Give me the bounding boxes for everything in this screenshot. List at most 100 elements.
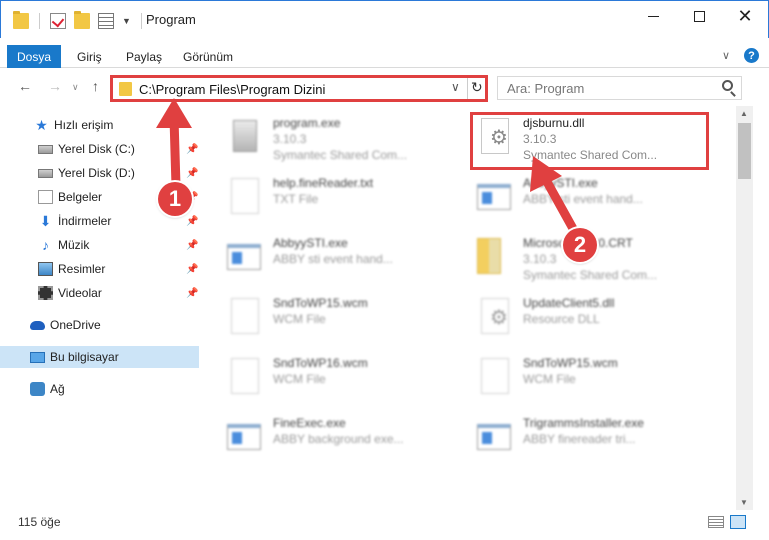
sidebar-item-pictures[interactable]: Resimler 📌: [0, 258, 199, 280]
address-divider: [467, 78, 468, 99]
file-description: Symantec Shared Com...: [523, 268, 658, 282]
sidebar-item-local-disk-c[interactable]: Yerel Disk (C:) 📌: [0, 138, 199, 160]
details-view-icon[interactable]: [708, 516, 724, 528]
list-item[interactable]: help.fineReader.txt TXT File: [227, 172, 467, 222]
expand-ribbon-chevron-icon[interactable]: ∨: [722, 49, 730, 62]
folder-icon: [477, 238, 513, 276]
list-item[interactable]: Microsoft.VC90.CRT 3.10.3 Symantec Share…: [477, 232, 717, 282]
tab-share[interactable]: Paylaş: [126, 46, 162, 68]
file-name: SndToWP15.wcm: [273, 296, 368, 310]
properties-icon[interactable]: [98, 13, 114, 29]
sidebar-item-label: Yerel Disk (D:): [58, 166, 135, 180]
videos-icon: [38, 286, 53, 300]
address-history-chevron-icon[interactable]: ∨: [451, 80, 460, 94]
tab-file[interactable]: Dosya: [7, 45, 61, 68]
help-icon[interactable]: ?: [744, 48, 759, 63]
search-icon[interactable]: [722, 80, 733, 91]
up-arrow-icon[interactable]: ↑: [92, 78, 99, 94]
scroll-up-arrow-icon[interactable]: ▲: [740, 109, 748, 118]
sidebar-item-network[interactable]: Ağ: [0, 378, 199, 400]
pin-icon[interactable]: 📌: [186, 240, 198, 251]
properties-check-icon[interactable]: [50, 13, 66, 29]
back-arrow-icon[interactable]: ←: [18, 78, 32, 94]
list-item[interactable]: UpdateClient5.dll Resource DLL: [477, 292, 717, 342]
computer-icon: [30, 351, 45, 363]
dll-gear-icon: [477, 298, 513, 336]
chevron-down-icon[interactable]: ▼: [122, 16, 131, 26]
pin-icon[interactable]: 📌: [186, 168, 198, 179]
scroll-down-arrow-icon[interactable]: ▼: [740, 498, 748, 507]
status-bar: 115 öğe: [0, 510, 769, 540]
tab-home[interactable]: Giriş: [77, 46, 102, 68]
list-item[interactable]: SndToWP15.wcm WCM File: [227, 292, 467, 342]
star-icon: ★: [35, 117, 48, 133]
new-folder-icon[interactable]: [74, 11, 90, 29]
sidebar-item-local-disk-d[interactable]: Yerel Disk (D:) 📌: [0, 162, 199, 184]
file-type: WCM File: [273, 372, 326, 386]
forward-arrow-icon[interactable]: →: [48, 78, 62, 94]
pin-icon[interactable]: 📌: [186, 144, 198, 155]
maximize-button[interactable]: [676, 1, 722, 31]
address-bar[interactable]: C:\Program Files\Program Dizini ∨ ↻: [110, 75, 488, 102]
close-button[interactable]: ✕: [722, 1, 768, 31]
list-item[interactable]: SndToWP15.wcm WCM File: [477, 352, 717, 402]
close-icon: ✕: [737, 6, 753, 26]
file-description: ABBY sti event hand...: [273, 252, 393, 266]
minimize-button[interactable]: [630, 1, 676, 31]
installer-icon: [227, 118, 263, 156]
document-icon: [38, 190, 53, 204]
file-type: WCM File: [273, 312, 326, 326]
file-name: help.fineReader.txt: [273, 176, 374, 190]
sidebar-item-label: Müzik: [58, 238, 90, 252]
folder-icon[interactable]: [13, 11, 29, 29]
file-name: TrigrammsInstaller.exe: [523, 416, 644, 430]
file-name: UpdateClient5.dll: [523, 296, 615, 310]
step-2-badge: 2: [563, 228, 597, 262]
sidebar-item-label: OneDrive: [50, 318, 101, 332]
list-item[interactable]: AbbyySTI.exe ABBY sti event hand...: [477, 172, 717, 222]
vertical-scrollbar[interactable]: ▲ ▼: [736, 106, 753, 510]
scrollbar-thumb[interactable]: [738, 123, 751, 179]
file-type: WCM File: [523, 372, 576, 386]
tab-view[interactable]: Görünüm: [183, 46, 233, 68]
cloud-icon: [30, 320, 45, 330]
list-item[interactable]: TrigrammsInstaller.exe ABBY finereader t…: [477, 412, 717, 462]
recent-locations-chevron-icon[interactable]: ∨: [72, 82, 79, 93]
minimize-icon: [647, 15, 659, 17]
sidebar-item-quick-access[interactable]: ★ Hızlı erişim: [0, 114, 199, 136]
file-type: TXT File: [273, 192, 319, 206]
network-icon: [30, 382, 45, 396]
exe-window-icon: [227, 238, 263, 276]
sidebar-item-this-pc[interactable]: Bu bilgisayar: [0, 346, 199, 368]
search-box[interactable]: Ara: Program: [497, 76, 742, 100]
address-path[interactable]: C:\Program Files\Program Dizini: [139, 82, 325, 97]
disk-icon: [38, 168, 53, 178]
sidebar-item-label: Resimler: [58, 262, 106, 276]
window-controls: ✕: [630, 1, 768, 31]
pin-icon[interactable]: 📌: [186, 264, 198, 275]
toolbar-divider: [140, 13, 142, 29]
refresh-icon[interactable]: ↻: [471, 79, 483, 96]
large-icons-view-icon[interactable]: [730, 515, 746, 529]
sidebar-item-onedrive[interactable]: OneDrive: [0, 314, 199, 336]
file-version: 3.10.3: [273, 132, 307, 146]
list-item[interactable]: AbbyySTI.exe ABBY sti event hand...: [227, 232, 467, 282]
sidebar-item-music[interactable]: ♪ Müzik 📌: [0, 234, 199, 256]
blank-file-icon: [227, 358, 263, 396]
list-item[interactable]: program.exe 3.10.3 Symantec Shared Com..…: [227, 112, 467, 162]
maximize-icon: [693, 10, 705, 22]
pin-icon[interactable]: 📌: [186, 288, 198, 299]
folder-icon: [119, 82, 132, 96]
search-placeholder[interactable]: Ara: Program: [507, 81, 584, 96]
file-name: SndToWP15.wcm: [523, 356, 618, 370]
sidebar-item-label: Bu bilgisayar: [50, 350, 119, 364]
pin-icon[interactable]: 📌: [186, 216, 198, 227]
ribbon-tabs: Dosya Giriş Paylaş Görünüm ∨ ?: [0, 38, 769, 68]
sidebar-item-label: Hızlı erişim: [54, 118, 114, 132]
list-item[interactable]: FineExec.exe ABBY background exe...: [227, 412, 467, 462]
file-description: ABBY background exe...: [273, 432, 404, 446]
sidebar-item-videos[interactable]: Videolar 📌: [0, 282, 199, 304]
list-item[interactable]: SndToWP16.wcm WCM File: [227, 352, 467, 402]
sidebar-item-label: Videolar: [58, 286, 102, 300]
ribbon-controls: ∨ ?: [722, 48, 759, 63]
